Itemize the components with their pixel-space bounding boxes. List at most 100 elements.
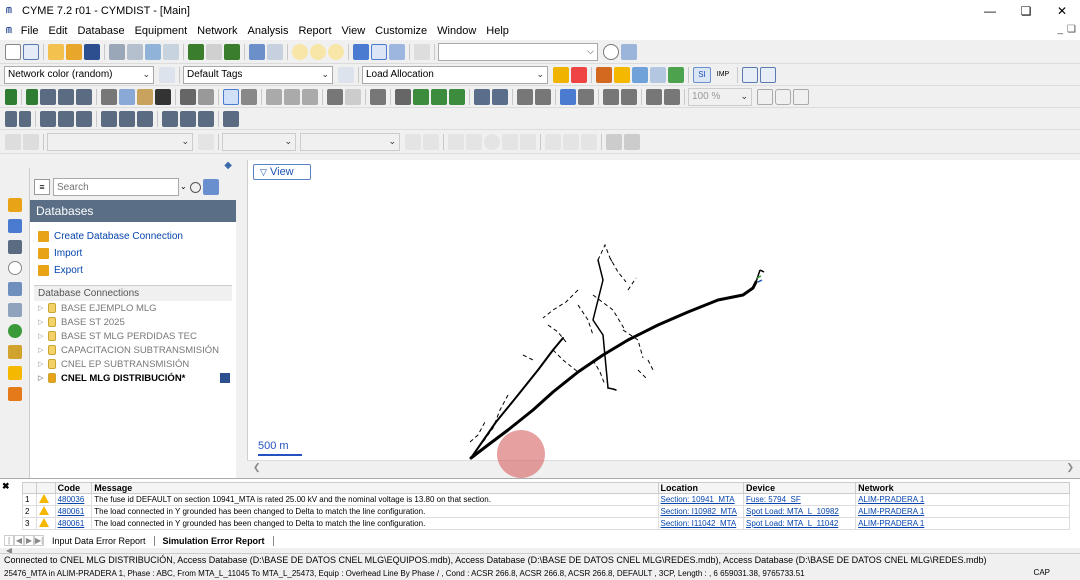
- menu-customize[interactable]: Customize: [370, 25, 432, 37]
- diagonal-tool-icon[interactable]: [448, 133, 464, 150]
- run-analysis-icon[interactable]: [553, 66, 569, 83]
- error-code-link[interactable]: 480061: [54, 505, 93, 518]
- ground-level-icon[interactable]: [413, 88, 429, 105]
- analysis-options-icon[interactable]: [596, 66, 612, 83]
- zoom-select[interactable]: 100 % ⌄: [688, 87, 752, 106]
- menu-file[interactable]: File: [16, 25, 44, 37]
- flow-icon[interactable]: [517, 88, 533, 105]
- search-side-icon[interactable]: [7, 261, 22, 275]
- format-tool-icon[interactable]: [5, 133, 21, 150]
- phase-icon[interactable]: [560, 88, 576, 105]
- fraction-tool-icon[interactable]: [545, 133, 561, 150]
- save-icon[interactable]: [220, 373, 230, 383]
- results-icon[interactable]: [650, 66, 666, 83]
- device-link[interactable]: Spot Load: MTA_L_10982: [743, 505, 857, 518]
- cut-icon[interactable]: [206, 43, 222, 60]
- prev-tab-icon[interactable]: ◀: [14, 535, 24, 546]
- search-icon[interactable]: [190, 181, 201, 193]
- menu-database[interactable]: Database: [72, 25, 129, 37]
- zoom-in-icon[interactable]: [292, 43, 308, 60]
- map-view[interactable]: ▽ View 500 m: [247, 160, 1080, 460]
- connection-item[interactable]: ▷ CAPACITACION SUBTRANSMISIÓN: [30, 343, 236, 357]
- chart-icon[interactable]: [668, 66, 684, 83]
- add-section-icon[interactable]: [26, 88, 38, 105]
- run-all-icon[interactable]: [571, 66, 587, 83]
- circle-tool-icon[interactable]: [484, 133, 500, 150]
- connection-item[interactable]: ▷ CNEL EP SUBTRANSMISIÓN: [30, 357, 236, 371]
- export-link[interactable]: Export: [30, 262, 236, 279]
- image-icon[interactable]: [414, 43, 430, 60]
- menu-analysis[interactable]: Analysis: [243, 25, 294, 37]
- tab-input-data-error-report[interactable]: Input Data Error Report: [44, 535, 155, 546]
- table-row[interactable]: 1 480036 The fuse id DEFAULT on section …: [21, 493, 1070, 506]
- draw-tool-1-icon[interactable]: [5, 110, 17, 127]
- scroll-right-icon[interactable]: ❯: [1066, 462, 1074, 473]
- network-link[interactable]: ALIM-PRADERA 1: [855, 517, 1070, 530]
- arrow-left-icon[interactable]: [492, 88, 508, 105]
- select-icon[interactable]: [223, 88, 239, 105]
- layer-2-icon[interactable]: [664, 88, 680, 105]
- first-tab-icon[interactable]: |◀: [4, 535, 14, 555]
- draw-tool-10-icon[interactable]: [180, 110, 196, 127]
- draw-tool-3-icon[interactable]: [40, 110, 56, 127]
- document-icon[interactable]: ᗰ: [6, 26, 12, 36]
- expand-icon[interactable]: ▷: [38, 318, 48, 326]
- imp-units-button[interactable]: IMP: [713, 67, 733, 83]
- shape-round-icon[interactable]: [775, 88, 791, 105]
- tab-simulation-error-report[interactable]: Simulation Error Report: [154, 535, 274, 546]
- table-row[interactable]: 2 480061 The load connected in Y grounde…: [21, 505, 1070, 518]
- connection-item-active[interactable]: ▷ CNEL MLG DISTRIBUCIÓN*: [30, 371, 236, 385]
- error-code-link[interactable]: 480036: [54, 493, 93, 506]
- analysis-side-icon[interactable]: [7, 303, 22, 317]
- network-link[interactable]: ALIM-PRADERA 1: [855, 493, 1070, 506]
- next-tab-icon[interactable]: ▶: [24, 535, 34, 546]
- tags-select[interactable]: Default Tags ⌄: [183, 65, 333, 84]
- draw-tool-7-icon[interactable]: [119, 110, 135, 127]
- flow-2-icon[interactable]: [535, 88, 551, 105]
- font-select[interactable]: ⌄: [47, 132, 193, 151]
- open-folder-icon[interactable]: [48, 43, 64, 60]
- source-icon[interactable]: [40, 88, 56, 105]
- print-icon[interactable]: [109, 43, 125, 60]
- layer-icon[interactable]: [646, 88, 662, 105]
- list-icon[interactable]: ≡: [34, 179, 50, 195]
- expand-icon[interactable]: ▷: [38, 360, 48, 368]
- minimize-button[interactable]: —: [972, 0, 1008, 22]
- shape-rect-icon[interactable]: [757, 88, 773, 105]
- zoom-out-icon[interactable]: [310, 43, 326, 60]
- forward-arrow-icon[interactable]: [224, 43, 240, 60]
- draw-tool-6-icon[interactable]: [101, 110, 117, 127]
- draw-tool-8-icon[interactable]: [137, 110, 153, 127]
- network-color-settings-icon[interactable]: [159, 66, 175, 83]
- col-network[interactable]: Network: [855, 482, 1070, 494]
- scroll-left-icon[interactable]: ❮: [253, 462, 261, 473]
- ground-level-3-icon[interactable]: [449, 88, 465, 105]
- location-link[interactable]: Section: I10982_MTA: [657, 505, 745, 518]
- menu-report[interactable]: Report: [293, 25, 336, 37]
- create-database-connection-link[interactable]: Create Database Connection: [30, 228, 236, 245]
- matrix-icon[interactable]: [327, 88, 343, 105]
- bus-icon[interactable]: [76, 88, 92, 105]
- col-device[interactable]: Device: [743, 482, 857, 494]
- expand-icon[interactable]: ▷: [38, 332, 48, 340]
- menu-view[interactable]: View: [337, 25, 371, 37]
- text-tool-icon[interactable]: [405, 133, 421, 150]
- report-icon[interactable]: [632, 66, 648, 83]
- ground-level-2-icon[interactable]: [431, 88, 447, 105]
- expand-icon[interactable]: ▷: [38, 374, 48, 382]
- font-settings-icon[interactable]: [198, 133, 214, 150]
- regulator-icon[interactable]: [603, 88, 619, 105]
- fraction-tool-2-icon[interactable]: [563, 133, 579, 150]
- break-icon[interactable]: [266, 88, 282, 105]
- table-row[interactable]: 3 480061 The load connected in Y grounde…: [21, 517, 1070, 530]
- last-tab-icon[interactable]: ▶|: [34, 535, 44, 546]
- table-grid-icon[interactable]: [760, 66, 776, 83]
- network-link[interactable]: ALIM-PRADERA 1: [855, 505, 1070, 518]
- grid-tool-icon[interactable]: [606, 133, 622, 150]
- add-node-icon[interactable]: [5, 88, 17, 105]
- back-arrow-icon[interactable]: [188, 43, 204, 60]
- close-button[interactable]: ✕: [1044, 0, 1080, 22]
- warning-side-icon[interactable]: [7, 366, 22, 380]
- map-horizontal-scrollbar[interactable]: ❮ ❯: [247, 460, 1080, 474]
- mdi-restore-button[interactable]: ❏: [1067, 24, 1076, 35]
